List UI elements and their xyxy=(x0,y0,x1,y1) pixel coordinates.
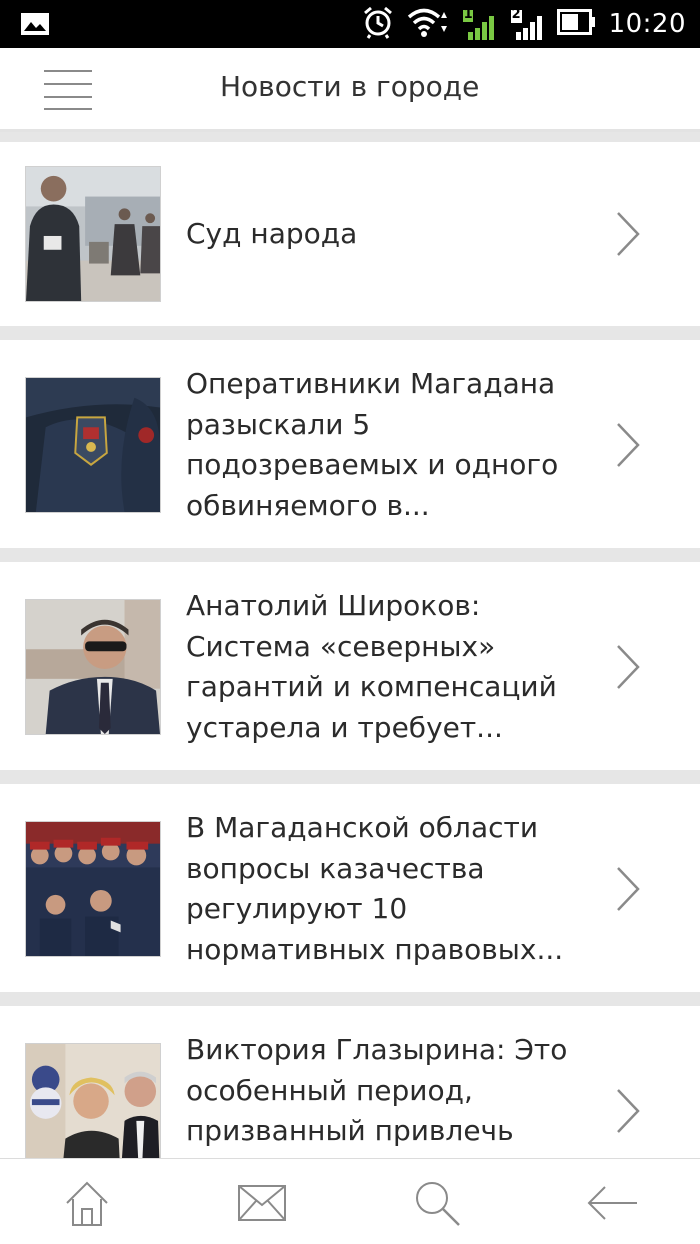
sim1-label: 1 xyxy=(463,7,473,22)
news-title: Виктория Глазырина: Это особенный период… xyxy=(186,1033,568,1147)
news-item[interactable]: Анатолий Широков: Система «северных» гар… xyxy=(0,562,700,770)
news-thumbnail xyxy=(25,821,161,957)
chevron-right-icon xyxy=(617,212,640,256)
news-thumbnail xyxy=(25,1043,161,1158)
home-icon[interactable] xyxy=(57,1177,117,1229)
news-item[interactable]: Виктория Глазырина: Это особенный период… xyxy=(0,1006,700,1158)
chevron-right-icon xyxy=(617,867,640,911)
news-item[interactable]: Суд народа xyxy=(0,142,700,326)
chevron-right-icon xyxy=(617,423,640,467)
mail-icon[interactable] xyxy=(232,1177,292,1229)
chevron-right-icon xyxy=(617,645,640,689)
news-title: В Магаданской области вопросы казачества… xyxy=(186,811,564,966)
status-icons: 1 2 10:20 xyxy=(361,0,686,48)
status-bar: 1 2 10:20 xyxy=(0,0,700,48)
chevron-right-icon xyxy=(617,1089,640,1133)
news-thumbnail xyxy=(25,599,161,735)
news-feed[interactable]: Суд народа Оперативники Магадана разыска… xyxy=(0,132,700,1158)
news-item[interactable]: Оперативники Магадана разыскали 5 подозр… xyxy=(0,340,700,548)
news-item[interactable]: В Магаданской области вопросы казачества… xyxy=(0,784,700,992)
hamburger-menu-icon[interactable] xyxy=(40,68,98,112)
news-thumbnail xyxy=(25,377,161,513)
news-title: Суд народа xyxy=(186,217,358,250)
wifi-icon xyxy=(407,6,449,42)
clock: 10:20 xyxy=(608,9,686,39)
news-thumbnail xyxy=(25,166,161,302)
news-title: Оперативники Магадана разыскали 5 подозр… xyxy=(186,367,559,522)
alarm-icon xyxy=(361,5,395,43)
battery-icon xyxy=(556,9,597,39)
page-title: Новости в городе xyxy=(220,70,480,103)
signal-sim2-icon: 2 xyxy=(509,6,545,42)
news-title: Анатолий Широков: Система «северных» гар… xyxy=(186,589,557,744)
app-header: Новости в городе xyxy=(0,48,700,132)
gallery-icon xyxy=(20,12,50,40)
bottom-nav xyxy=(0,1158,700,1244)
signal-sim1-icon: 1 xyxy=(461,6,497,42)
search-icon[interactable] xyxy=(407,1177,467,1229)
back-arrow-icon[interactable] xyxy=(582,1177,642,1229)
sim2-label: 2 xyxy=(511,7,521,22)
